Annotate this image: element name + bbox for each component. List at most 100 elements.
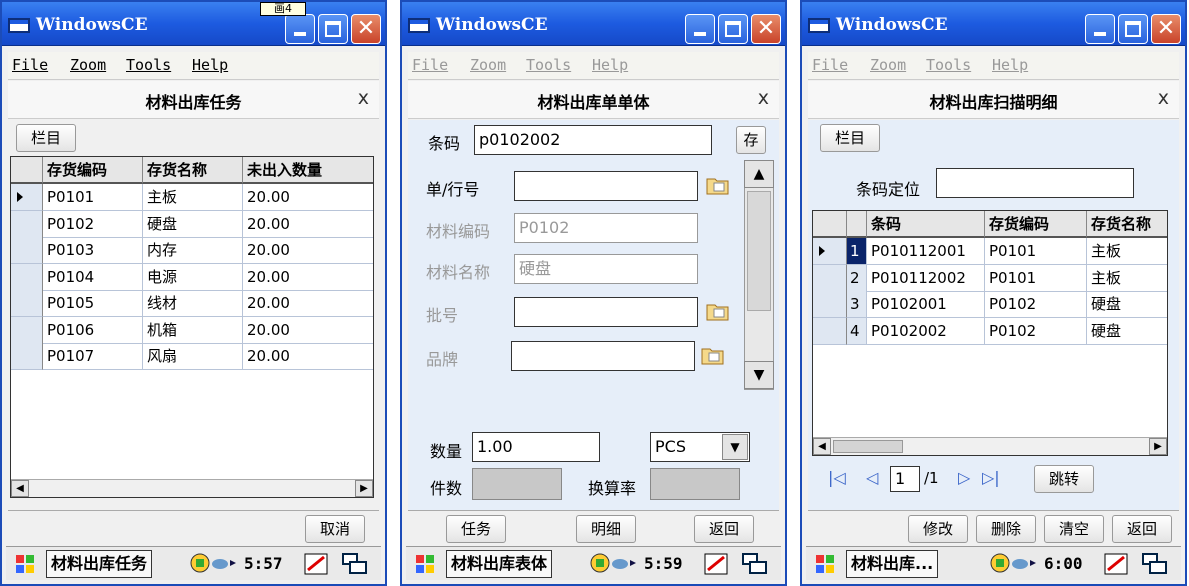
table-cell[interactable]: P0105 (43, 290, 143, 317)
scroll-left-button[interactable]: ◀ (11, 480, 29, 497)
column-header[interactable]: 未出入数量 (243, 157, 373, 184)
row-index-cell[interactable]: 3 (847, 291, 867, 318)
minimize-button[interactable] (1085, 14, 1115, 44)
table-row[interactable]: P0107 风扇 20.00 (11, 343, 373, 370)
menu-help[interactable]: Help (992, 56, 1028, 74)
table-cell[interactable]: 内存 (143, 237, 243, 264)
jump-button[interactable]: 跳转 (1034, 465, 1094, 493)
network-tray-icon[interactable] (190, 552, 238, 574)
quantity-input[interactable]: 1.00 (472, 432, 600, 462)
taskbar-app-button[interactable]: 材料出库表体 (446, 550, 553, 578)
table-row[interactable]: P0104 电源 20.00 (11, 263, 373, 291)
title-bar[interactable]: WindowsCE ✕ (402, 2, 785, 46)
column-header[interactable]: 存货名称 (143, 157, 243, 184)
desktop-switch-icon[interactable] (1140, 552, 1170, 576)
last-page-icon[interactable]: ▷| (982, 468, 1000, 487)
table-cell[interactable]: 风扇 (143, 343, 243, 370)
minimize-button[interactable] (685, 14, 715, 44)
scroll-right-button[interactable]: ▶ (355, 480, 373, 497)
table-cell[interactable]: P010112002 (867, 264, 985, 292)
maximize-button[interactable] (1118, 14, 1148, 44)
folder-icon[interactable] (701, 345, 725, 365)
table-cell[interactable]: P0102 (985, 291, 1087, 318)
title-bar[interactable]: WindowsCE ✕ (802, 2, 1185, 46)
table-cell[interactable]: 20.00 (243, 211, 373, 238)
table-cell[interactable]: P0106 (43, 316, 143, 344)
back-button[interactable]: 返回 (694, 515, 754, 543)
menu-zoom[interactable]: Zoom (470, 56, 506, 74)
maximize-button[interactable] (318, 14, 348, 44)
prev-page-icon[interactable]: ◁ (866, 468, 878, 487)
column-header[interactable]: 条码 (867, 211, 985, 238)
input-panel-icon[interactable] (1102, 552, 1132, 576)
scan-grid[interactable]: 条码 存货编码 存货名称 1 P010112001 P0101 主板 2 P0101120… (812, 210, 1168, 456)
row-header[interactable] (813, 291, 847, 318)
cancel-button[interactable]: 取消 (305, 515, 365, 543)
table-row[interactable]: P0102 硬盘 20.00 (11, 210, 373, 238)
unit-select[interactable]: PCS ▼ (650, 432, 750, 462)
table-cell[interactable]: 机箱 (143, 316, 243, 344)
horizontal-scrollbar[interactable]: ◀ ▶ (11, 479, 373, 497)
row-index-cell[interactable]: 2 (847, 264, 867, 292)
table-cell[interactable]: 20.00 (243, 237, 373, 264)
table-row[interactable]: 3 P0102001 P0102 硬盘 (813, 291, 1167, 318)
detail-button[interactable]: 明细 (576, 515, 636, 543)
column-header[interactable]: 存货名称 (1087, 211, 1167, 238)
next-page-icon[interactable]: ▷ (958, 468, 970, 487)
network-tray-icon[interactable] (990, 552, 1038, 574)
form-close-button[interactable]: x (358, 87, 369, 109)
table-cell[interactable]: 硬盘 (1087, 318, 1167, 345)
barcode-locate-input[interactable] (936, 168, 1134, 198)
table-cell[interactable]: P010112001 (867, 238, 985, 265)
clear-button[interactable]: 清空 (1044, 515, 1104, 543)
menu-tools[interactable]: Tools (126, 56, 171, 74)
table-cell[interactable]: 主板 (143, 184, 243, 211)
row-header[interactable] (813, 317, 847, 345)
close-window-button[interactable]: ✕ (1151, 14, 1181, 44)
taskbar-app-button[interactable]: 材料出库... (846, 550, 939, 578)
column-header[interactable]: 存货编码 (985, 211, 1087, 238)
table-cell[interactable]: 主板 (1087, 238, 1167, 265)
scroll-thumb[interactable] (833, 440, 903, 453)
row-header[interactable] (11, 290, 43, 317)
table-cell[interactable]: P0104 (43, 263, 143, 291)
vertical-scrollbar[interactable]: ▲ ▼ (744, 160, 774, 390)
scroll-left-button[interactable]: ◀ (813, 438, 831, 455)
table-row[interactable]: P0101 主板 20.00 (11, 184, 373, 211)
table-cell[interactable]: 主板 (1087, 265, 1167, 292)
row-header[interactable] (11, 237, 43, 264)
row-header[interactable] (813, 238, 847, 265)
task-grid[interactable]: 存货编码 存货名称 未出入数量 P0101 主板 20.00 P0102 硬盘 20.00… (10, 156, 374, 498)
scroll-down-button[interactable]: ▼ (744, 361, 774, 389)
menu-zoom[interactable]: Zoom (870, 56, 906, 74)
scroll-right-button[interactable]: ▶ (1149, 438, 1167, 455)
form-close-button[interactable]: x (1158, 87, 1169, 109)
delete-button[interactable]: 删除 (976, 515, 1036, 543)
menu-file[interactable]: File (12, 56, 48, 74)
table-cell[interactable]: 线材 (143, 290, 243, 317)
table-cell[interactable]: P0101 (985, 264, 1087, 292)
table-cell[interactable]: P0102 (985, 317, 1087, 345)
table-cell[interactable]: P0102 (43, 210, 143, 238)
windows-start-icon[interactable] (10, 552, 40, 576)
row-header[interactable] (11, 210, 43, 238)
table-cell[interactable]: P0102001 (867, 291, 985, 318)
back-button[interactable]: 返回 (1112, 515, 1172, 543)
table-cell[interactable]: 20.00 (243, 184, 373, 211)
table-cell[interactable]: P0101 (985, 238, 1087, 265)
table-cell[interactable]: 20.00 (243, 317, 373, 344)
row-index-cell[interactable]: 4 (847, 317, 867, 345)
first-page-icon[interactable]: |◁ (828, 468, 846, 487)
edit-button[interactable]: 修改 (908, 515, 968, 543)
desktop-switch-icon[interactable] (340, 552, 370, 576)
doc-line-input[interactable] (514, 171, 698, 201)
scroll-thumb[interactable] (747, 191, 771, 311)
table-row[interactable]: 2 P010112002 P0101 主板 (813, 264, 1167, 292)
table-row[interactable]: 1 P010112001 P0101 主板 (813, 238, 1167, 265)
batch-input[interactable] (514, 297, 698, 327)
horizontal-scrollbar[interactable]: ◀ ▶ (813, 437, 1167, 455)
page-number-input[interactable]: 1 (890, 466, 920, 492)
menu-tools[interactable]: Tools (926, 56, 971, 74)
network-tray-icon[interactable] (590, 552, 638, 574)
column-header[interactable]: 存货编码 (43, 157, 143, 184)
